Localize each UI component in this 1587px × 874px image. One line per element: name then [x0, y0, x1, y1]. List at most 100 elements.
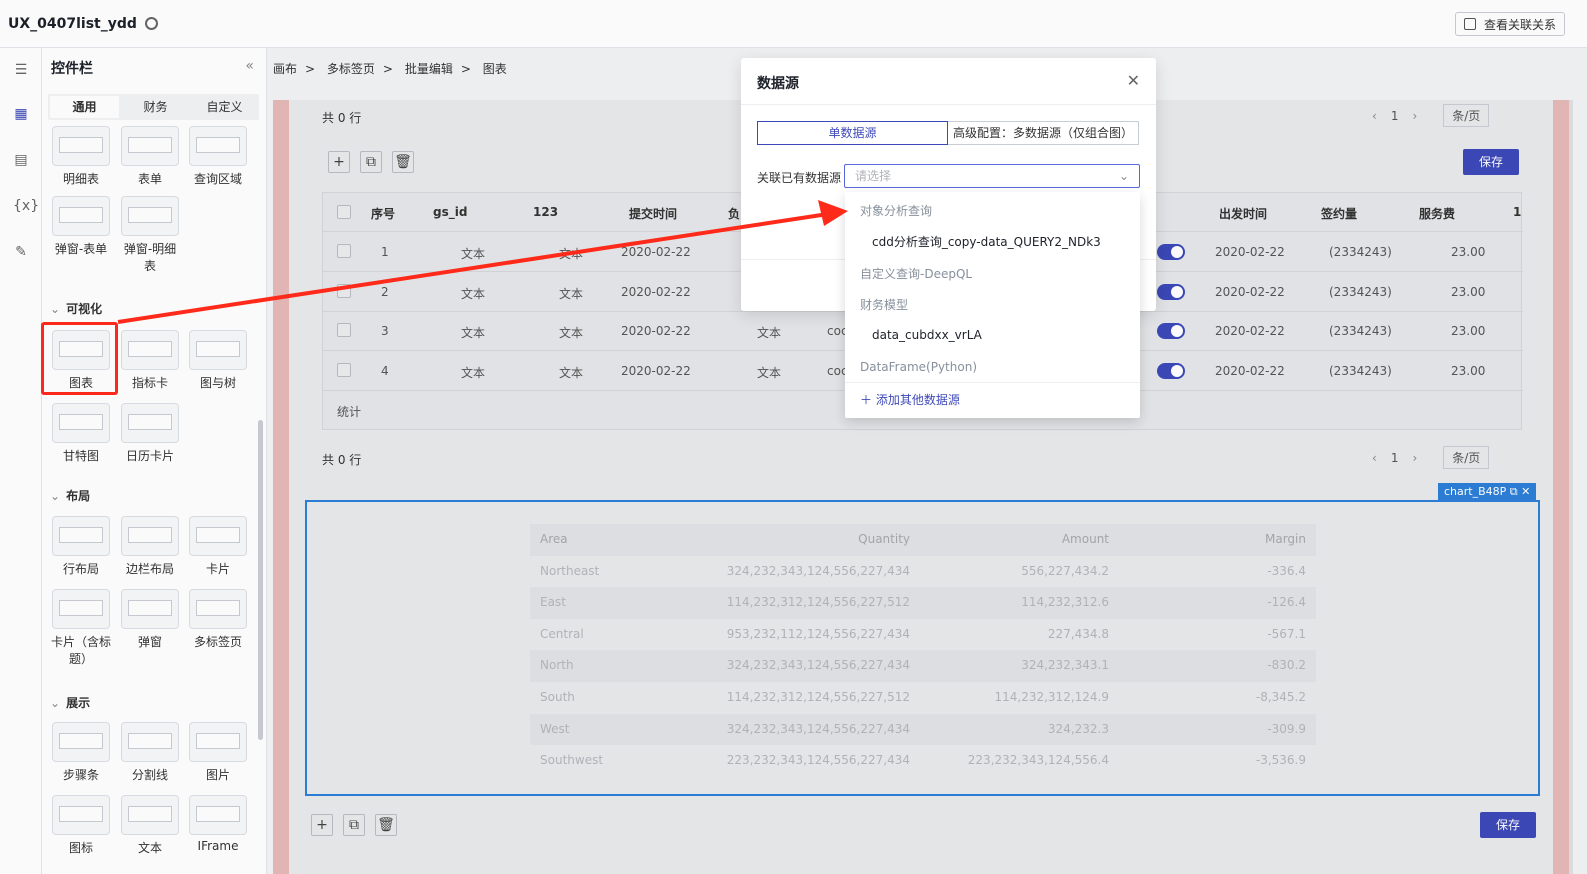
tab-custom[interactable]: 自定义 [190, 94, 259, 120]
comp-icon[interactable]: 图标 [49, 795, 113, 856]
row-checkbox[interactable] [337, 323, 351, 337]
comp-graph-tree[interactable]: 图与树 [186, 330, 250, 391]
row-checkbox[interactable] [337, 284, 351, 298]
copy-row-button[interactable]: ⧉ [360, 151, 382, 173]
section-layout[interactable]: 布局 [50, 487, 90, 504]
dialog-title: 数据源 [757, 76, 799, 92]
section-visual[interactable]: 可视化 [50, 300, 102, 317]
comp-iframe[interactable]: IFrame [186, 795, 250, 853]
kpi-thumb-text: 1.23 [136, 344, 164, 358]
save-button-top[interactable]: 保存 [1463, 149, 1519, 175]
tab-multi-datasource[interactable]: 高级配置：多数据源（仅组合图） [948, 121, 1139, 145]
cell: 23.00 [1451, 324, 1486, 338]
add-button-bottom[interactable]: + [311, 814, 333, 836]
collapse-icon[interactable]: « [245, 58, 254, 74]
delete-row-button[interactable]: 🗑 [392, 151, 414, 173]
comp-multi-tab[interactable]: 多标签页 [186, 589, 250, 650]
comp-query-area[interactable]: 查询区域 [186, 126, 250, 187]
outline-icon[interactable]: ☰ [13, 62, 29, 78]
cell: (2334243) [1329, 285, 1392, 299]
chart-cell: 114,232,312,124,556,227,512 [726, 689, 910, 704]
row-count-bottom: 共 0 行 [322, 453, 362, 467]
toggle-switch[interactable] [1157, 363, 1185, 379]
breadcrumb-item[interactable]: 图表 [483, 62, 507, 76]
toggle-switch[interactable] [1157, 323, 1185, 339]
comp-card-titled[interactable]: 卡片（含标题） [49, 589, 113, 667]
datasource-select[interactable]: 请选择 ⌄ [844, 164, 1140, 188]
chart-table-row: Northeast 324,232,343,124,556,227,434 556,… [530, 556, 1316, 588]
edit-icon[interactable]: ✎ [13, 244, 29, 260]
per-page-select[interactable]: 条/页 [1443, 446, 1490, 469]
comp-kpi-card[interactable]: 1.23 指标卡 [118, 330, 182, 391]
comp-popup[interactable]: 弹窗 [118, 589, 182, 650]
comp-detail-table[interactable]: 明细表 [49, 126, 113, 187]
prev-page-icon[interactable]: ‹ [1372, 109, 1377, 123]
row-checkbox[interactable] [337, 244, 351, 258]
comp-text[interactable]: Text 文本 [118, 795, 182, 856]
cell: 文本 [559, 247, 584, 261]
col-header: 提交时间 [629, 207, 678, 221]
add-row-button[interactable]: + [328, 151, 350, 173]
delete-button-bottom[interactable]: 🗑 [375, 814, 397, 836]
comp-sidebar-layout[interactable]: 边栏布局 [118, 516, 182, 577]
chart-cell: 556,227,434.2 [1021, 563, 1109, 578]
save-button-bottom[interactable]: 保存 [1480, 812, 1536, 838]
tab-finance[interactable]: 财务 [121, 94, 190, 120]
chart-tag[interactable]: chart_B48P ⧉ ✕ [1438, 483, 1537, 500]
next-page-icon[interactable]: › [1412, 109, 1417, 123]
toggle-switch[interactable] [1157, 284, 1185, 300]
breadcrumb-item[interactable]: 画布 [273, 62, 297, 76]
row-checkbox[interactable] [337, 363, 351, 377]
copy-button-bottom[interactable]: ⧉ [343, 814, 365, 836]
chart-cell: 953,232,112,124,556,227,434 [726, 626, 910, 641]
comp-popup-form[interactable]: 弹窗-表单 [49, 196, 113, 257]
panel-tabs: 通用 财务 自定义 [48, 94, 259, 120]
prev-page-icon[interactable]: ‹ [1372, 451, 1377, 465]
variable-icon[interactable]: {x} [13, 198, 39, 214]
chart-highlight-box [41, 322, 118, 395]
dropdown-option[interactable]: cdd分析查询_copy-data_QUERY2_NDk3 [872, 233, 1101, 250]
next-page-icon[interactable]: › [1412, 451, 1417, 465]
per-page-select[interactable]: 条/页 [1443, 104, 1490, 127]
add-datasource-link[interactable]: ＋ 添加其他数据源 [860, 391, 960, 408]
comp-calendar-card[interactable]: 日历卡片 [118, 403, 182, 464]
data-icon[interactable]: ▤ [13, 152, 29, 168]
component-panel: 控件栏 « 通用 财务 自定义 明细表 表单 查询区域 弹窗-表单 弹窗-明细表… [42, 48, 267, 874]
cell: 文本 [559, 366, 584, 380]
left-icon-rail: ☰ ▦ ▤ {x} ✎ [0, 48, 42, 874]
comp-image[interactable]: 图片 [186, 722, 250, 783]
panel-scrollbar[interactable] [258, 420, 263, 740]
chart-cell: Amount [1061, 532, 1109, 546]
comp-gantt[interactable]: 甘特图 [49, 403, 113, 464]
comp-popup-detail[interactable]: 弹窗-明细表 [118, 196, 182, 274]
gear-icon[interactable] [144, 17, 158, 30]
chart-cell: South [540, 689, 575, 704]
dropdown-option[interactable]: data_cubdxx_vrLA [872, 328, 982, 342]
chart-cell: 223,232,343,124,556,227,434 [726, 753, 910, 768]
toggle-switch[interactable] [1157, 244, 1185, 260]
cell: 文本 [461, 326, 486, 340]
breadcrumb-item[interactable]: 多标签页 [327, 62, 375, 76]
col-header: 服务费 [1419, 207, 1456, 221]
section-display[interactable]: 展示 [50, 694, 90, 711]
col-header: 签约量 [1321, 207, 1358, 221]
tab-single-datasource[interactable]: 单数据源 [757, 121, 948, 145]
cell: 3 [381, 324, 389, 338]
comp-row-layout[interactable]: 行布局 [49, 516, 113, 577]
app-title: UX_0407list_ydd [8, 15, 137, 32]
select-all-checkbox[interactable] [337, 205, 351, 219]
tab-general[interactable]: 通用 [50, 96, 119, 118]
components-icon[interactable]: ▦ [13, 106, 29, 122]
view-relations-button[interactable]: 查看关联关系 [1454, 12, 1565, 36]
comp-card[interactable]: 卡片 [186, 516, 250, 577]
cell: 2020-02-22 [621, 285, 691, 299]
cell: 文本 [757, 366, 782, 380]
close-icon[interactable]: ✕ [1127, 71, 1140, 90]
comp-form[interactable]: 表单 [118, 126, 182, 187]
cell: 2020-02-22 [1215, 324, 1285, 338]
comp-divider[interactable]: 分割线 [118, 722, 182, 783]
chart-cell: 324,232,343.1 [1021, 658, 1109, 673]
breadcrumb-item[interactable]: 批量编辑 [405, 62, 453, 76]
comp-steps[interactable]: 步骤条 [49, 722, 113, 783]
cell: 文本 [757, 326, 782, 340]
